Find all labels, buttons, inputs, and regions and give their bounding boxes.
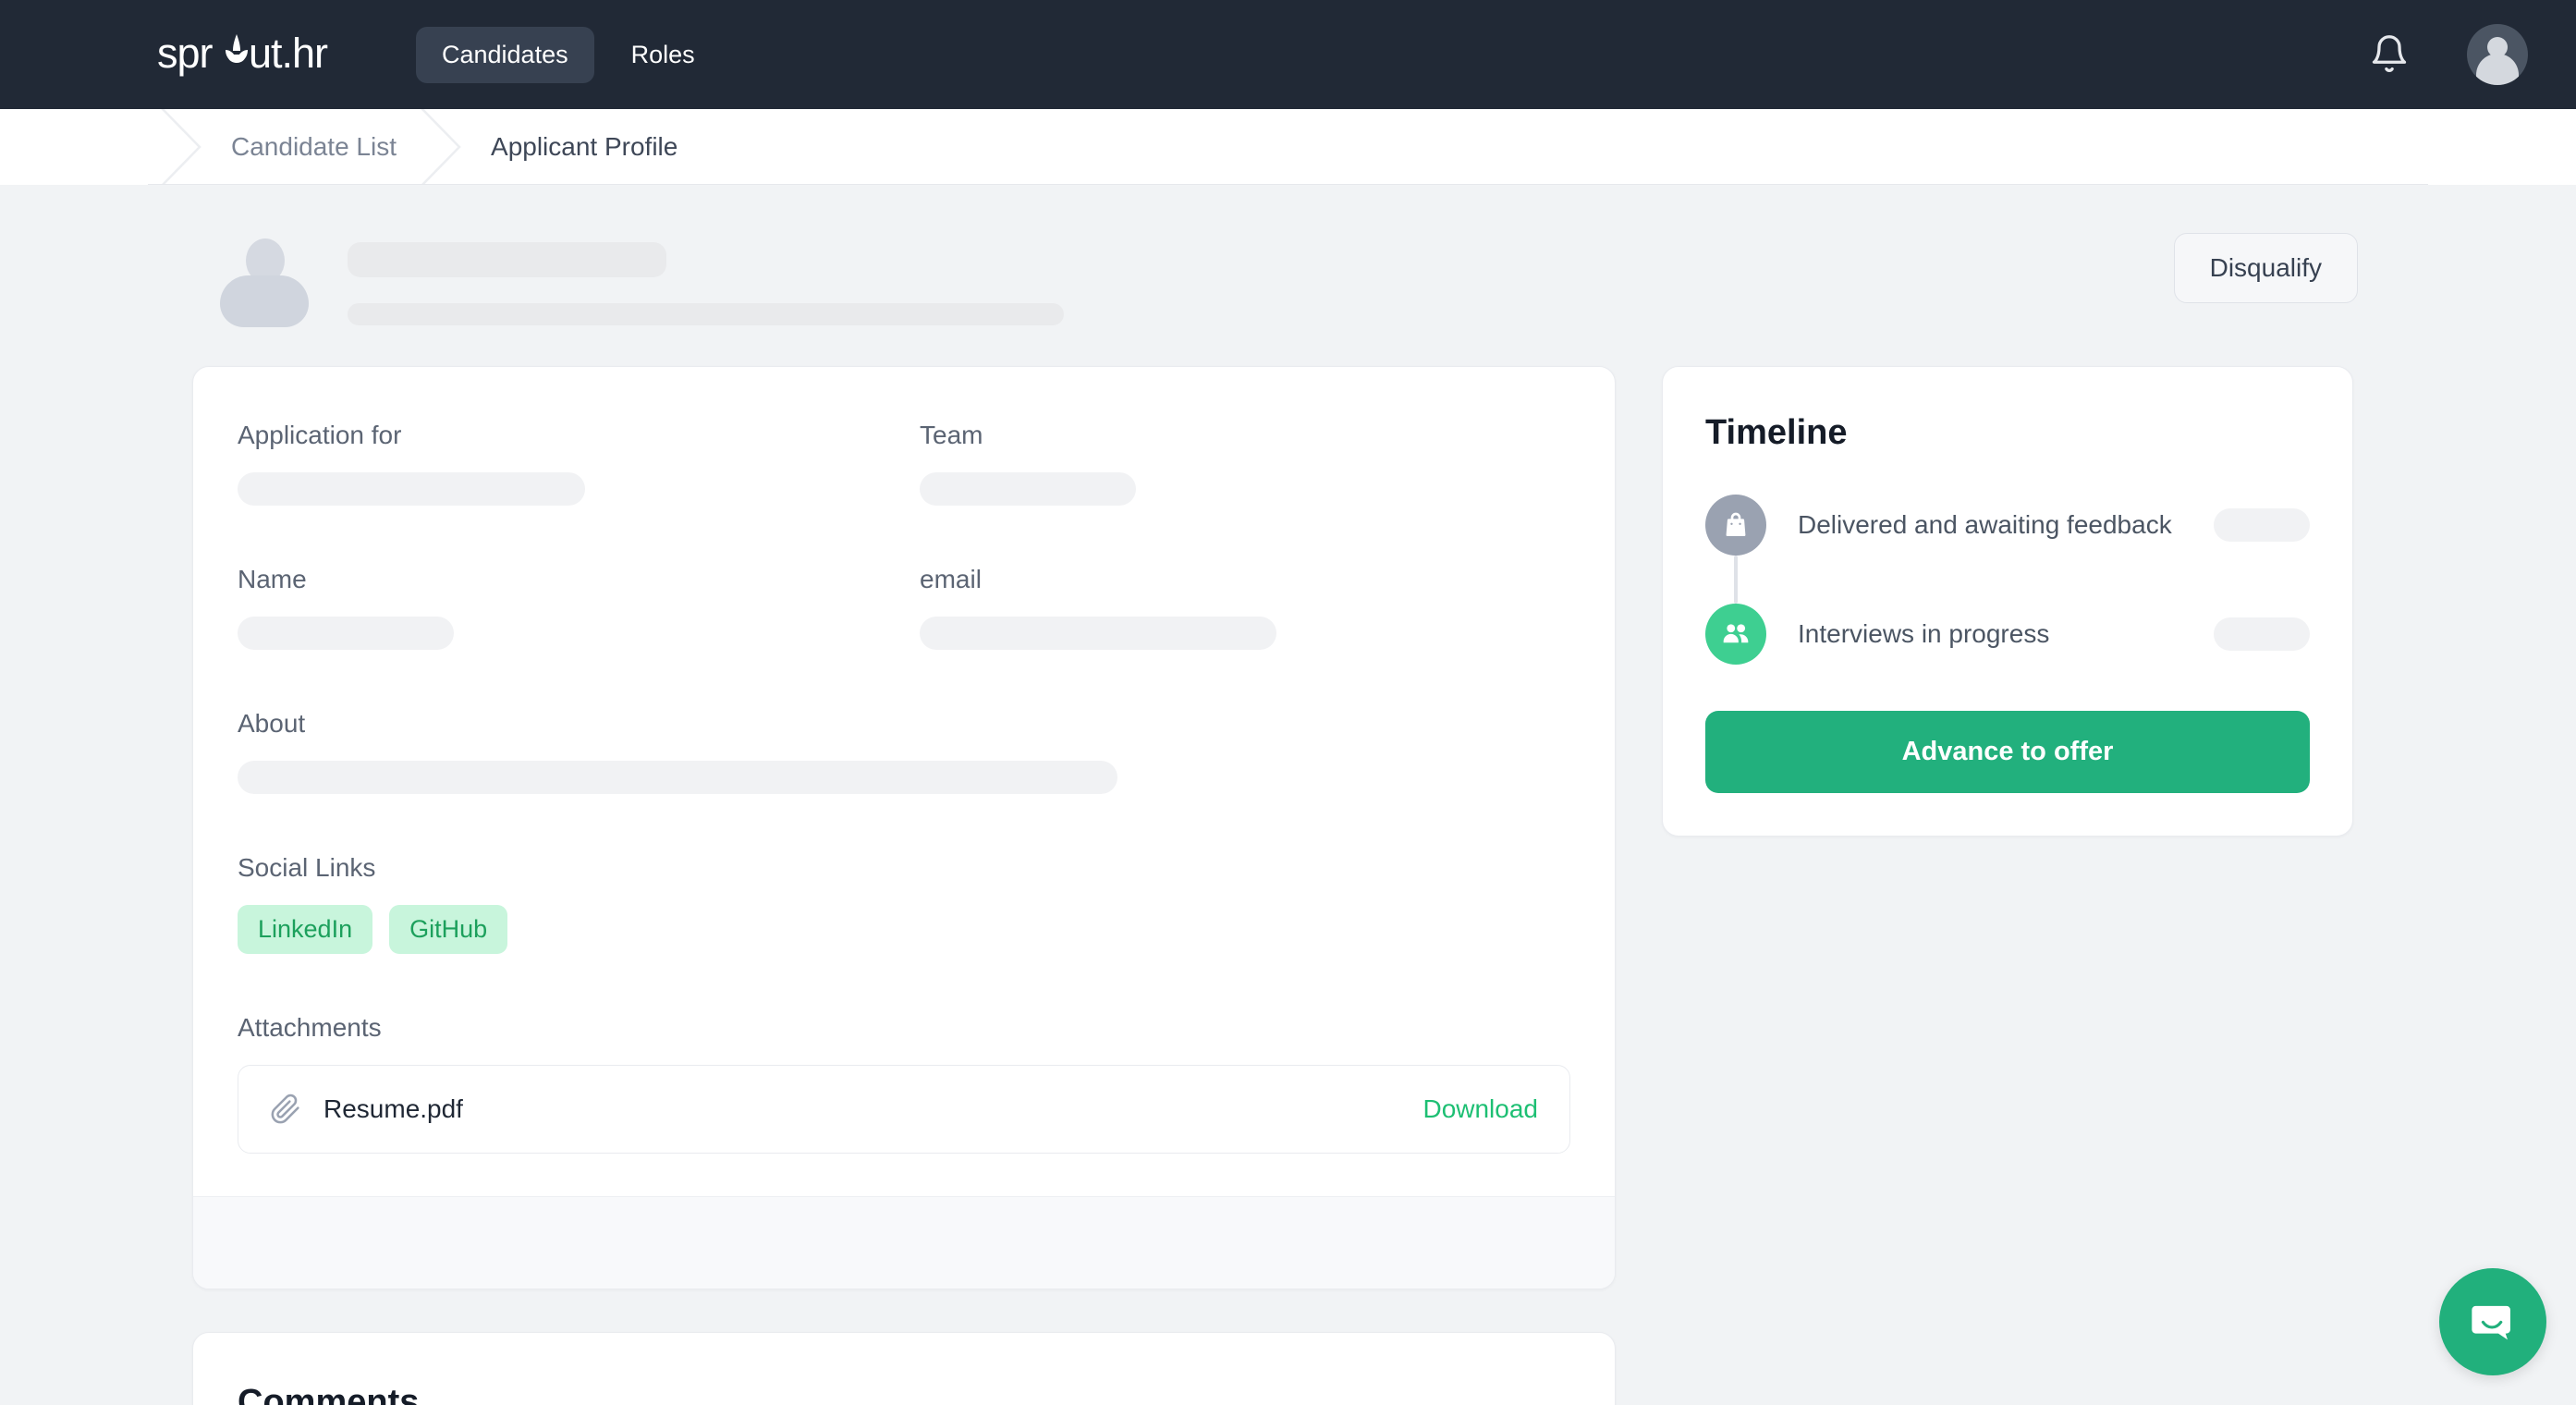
comments-title: Comments [238, 1383, 420, 1405]
notifications-button[interactable] [2369, 33, 2410, 76]
top-navigation-bar: spr ut.hr Candidates Roles [0, 0, 2576, 109]
field-team-value [920, 472, 1136, 506]
timeline-step-interviews[interactable]: Interviews in progress [1705, 604, 2310, 665]
avatar-body-shape [2476, 54, 2519, 85]
candidate-name-placeholder [348, 242, 666, 277]
primary-nav-links: Candidates Roles [416, 26, 721, 83]
chat-bubble-icon [2472, 1305, 2510, 1340]
main-column: Application for Team Name email About So… [192, 366, 1616, 1405]
app-logo[interactable]: spr ut.hr [157, 31, 357, 79]
breadcrumb-bar: Candidate List Applicant Profile [0, 109, 2576, 185]
side-column: Timeline Delivered and awaiting feedback [1662, 366, 2353, 1405]
field-about: About [238, 711, 1570, 794]
social-link-github[interactable]: GitHub [389, 905, 508, 954]
field-application-for: Application for [238, 422, 920, 506]
field-team: Team [920, 422, 1570, 506]
timeline-connector [1734, 556, 1738, 604]
field-team-label: Team [920, 421, 983, 449]
field-email: email [920, 567, 1570, 650]
attachment-download-link[interactable]: Download [1422, 1094, 1538, 1124]
timeline-step-interviews-badge [2214, 617, 2310, 651]
breadcrumb-item-applicant-profile-label: Applicant Profile [491, 132, 678, 161]
page-content: Disqualify Application for Team Name ema… [0, 185, 2576, 1405]
advance-to-offer-button[interactable]: Advance to offer [1705, 711, 2310, 793]
field-about-value [238, 761, 1117, 794]
nav-item-candidates-label: Candidates [442, 40, 568, 68]
profile-header-text [348, 233, 1064, 325]
paperclip-icon [270, 1093, 301, 1125]
nav-right-actions [2369, 24, 2528, 85]
field-email-label: email [920, 565, 982, 593]
applicant-details-card: Application for Team Name email About So… [192, 366, 1616, 1289]
field-about-label: About [238, 709, 306, 738]
attachments-label: Attachments [238, 1013, 382, 1042]
comments-card: Comments [192, 1332, 1616, 1405]
timeline-title: Timeline [1705, 413, 1848, 452]
breadcrumb-item-candidate-list[interactable]: Candidate List [211, 109, 417, 185]
chat-launcher-button[interactable] [2439, 1268, 2546, 1375]
attachment-row: Resume.pdf Download [238, 1065, 1570, 1154]
breadcrumb-item-applicant-profile[interactable]: Applicant Profile [470, 109, 698, 185]
attachments-section: Attachments Resume.pdf Download [238, 1015, 1570, 1154]
applicant-details-card-footer [193, 1196, 1615, 1289]
bag-icon [1705, 495, 1766, 556]
candidate-subtitle-placeholder [348, 303, 1064, 325]
svg-text:ut.hr: ut.hr [249, 31, 328, 77]
timeline-step-delivered-label: Delivered and awaiting feedback [1798, 510, 2172, 539]
social-links-list: LinkedIn GitHub [238, 905, 1570, 954]
field-name: Name [238, 567, 920, 650]
field-application-for-label: Application for [238, 421, 402, 449]
bell-icon [2372, 35, 2407, 72]
breadcrumb-item-candidate-list-label: Candidate List [231, 132, 397, 161]
disqualify-button[interactable]: Disqualify [2173, 233, 2358, 303]
profile-header: Disqualify [148, 185, 2428, 327]
breadcrumb-chevron-icon-2 [417, 109, 470, 185]
timeline-step-delivered[interactable]: Delivered and awaiting feedback [1705, 495, 2310, 556]
content-columns: Application for Team Name email About So… [148, 366, 2428, 1405]
timeline-step-delivered-badge [2214, 508, 2310, 542]
timeline-step-interviews-label: Interviews in progress [1798, 619, 2050, 648]
nav-item-roles[interactable]: Roles [605, 27, 721, 83]
nav-item-roles-label: Roles [630, 40, 695, 68]
field-name-value [238, 617, 454, 650]
user-avatar[interactable] [2467, 24, 2528, 85]
sprout-leaf-icon: spr ut.hr [157, 31, 329, 77]
social-links-section: Social Links LinkedIn GitHub [238, 855, 1570, 954]
user-silhouette-icon [220, 238, 309, 327]
nav-item-candidates[interactable]: Candidates [416, 26, 594, 83]
svg-text:spr: spr [157, 31, 214, 77]
silhouette-body-shape [220, 275, 309, 327]
timeline-card: Timeline Delivered and awaiting feedback [1662, 366, 2353, 837]
breadcrumb: Candidate List Applicant Profile [157, 109, 698, 185]
breadcrumb-chevron-icon [157, 109, 211, 185]
comments-body: Comments [193, 1333, 1615, 1405]
field-name-label: Name [238, 565, 307, 593]
social-links-label: Social Links [238, 853, 376, 882]
field-email-value [920, 617, 1276, 650]
applicant-details-body: Application for Team Name email About So… [193, 367, 1615, 1196]
attachment-file-name: Resume.pdf [324, 1094, 463, 1123]
field-application-for-value [238, 472, 585, 506]
social-link-linkedin[interactable]: LinkedIn [238, 905, 373, 954]
users-icon [1705, 604, 1766, 665]
applicant-field-grid: Application for Team Name email [238, 422, 1570, 711]
